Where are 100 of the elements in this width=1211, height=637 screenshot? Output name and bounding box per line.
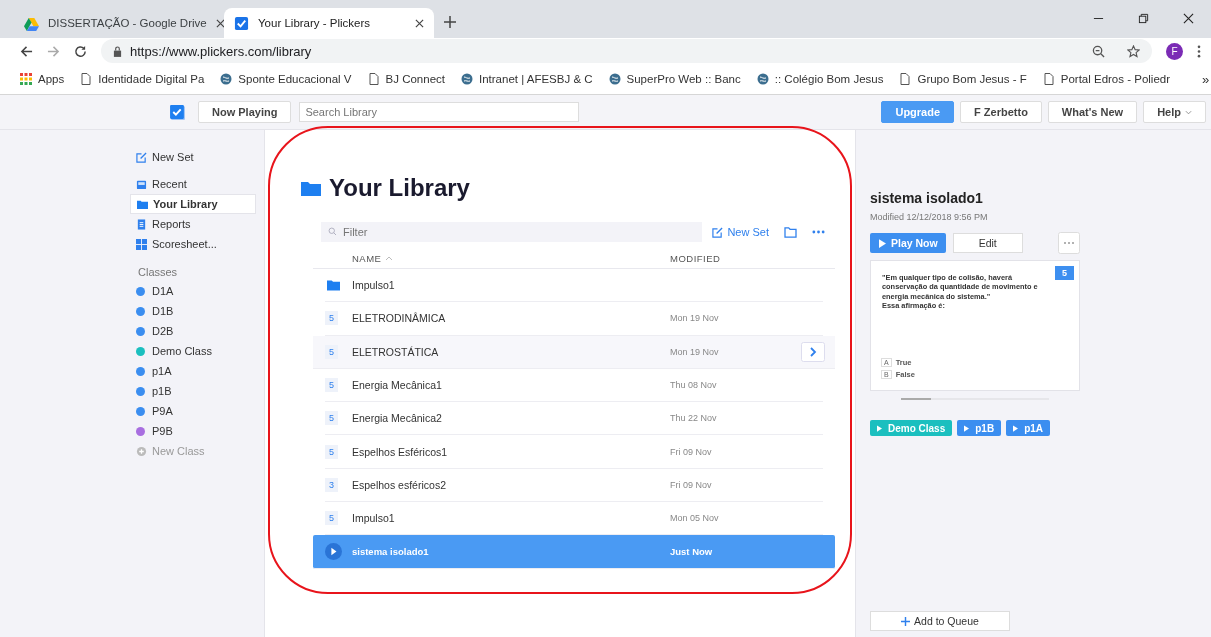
lock-icon [113,45,122,57]
folder-icon [137,198,148,210]
header-button[interactable]: Help [1143,101,1206,123]
document-icon [136,218,147,230]
globe-icon [461,73,473,85]
class-item[interactable]: D1A [130,281,256,301]
play-icon [877,424,882,432]
checkbox-logo-icon[interactable] [169,103,186,121]
drive-icon [24,15,39,31]
page-icon [899,73,912,85]
set-name: ELETROSTÁTICA [352,345,440,358]
library-row[interactable]: 5 Energia Mecânica1 Thu 08 Nov [325,368,823,403]
library-row[interactable]: 5 ELETRODINÂMICA Mon 19 Nov [325,302,823,336]
bookmark[interactable]: Sponte Educacional V [220,73,352,85]
question-count: 5 [325,378,338,393]
tray-icon [136,178,147,190]
globe-icon [220,73,233,85]
set-title: sistema isolado1 [870,190,984,206]
add-to-queue-button[interactable]: Add to Queue [870,611,1010,631]
page-icon [367,73,380,85]
library-row[interactable]: 3 Espelhos esféricos2 Fri 09 Nov [325,468,823,503]
bookmark[interactable]: Grupo Bom Jesus - F [899,73,1027,85]
set-name: sistema isolado1 [352,546,430,557]
question-count: 5 [325,411,338,426]
set-name: Energia Mecânica1 [352,379,443,392]
new-set-link[interactable]: New Set [130,147,256,167]
class-item[interactable]: p1A [130,361,256,381]
reload-icon[interactable] [74,44,87,58]
column-header[interactable]: NAME [352,252,670,264]
modified-text: Modified 12/12/2018 9:56 PM [870,212,989,222]
zoom-icon[interactable] [1092,44,1105,58]
class-item[interactable]: P9B [130,421,256,441]
folder-icon [301,180,321,196]
sidebar-item[interactable]: Reports [130,214,256,234]
bookmark[interactable]: Apps [20,73,65,85]
play-icon[interactable] [325,543,342,560]
new-folder-icon[interactable] [784,226,797,238]
bookmark[interactable]: Intranet | AFESBJ & C [461,73,593,85]
edit-button[interactable]: Edit [952,233,1023,253]
chevron-right-icon[interactable] [801,341,825,362]
restore-icon[interactable] [1138,13,1149,24]
browser-tab[interactable]: DISSERTAÇÃO - Google Drive [14,8,224,38]
set-name: Impulso1 [352,279,396,292]
now-playing-button[interactable]: Now Playing [198,101,292,123]
page-icon [80,73,93,85]
class-item[interactable]: Demo Class [130,341,256,361]
class-item[interactable]: P9A [130,401,256,421]
back-icon[interactable] [20,44,33,58]
play-icon [879,238,886,248]
class-item[interactable]: D2B [130,321,256,341]
library-row[interactable]: Impulso1 [325,269,823,303]
more-bookmarks[interactable]: » [1202,71,1210,87]
new-set-link[interactable]: New Set [712,226,769,238]
bookmark[interactable]: :: Colégio Bom Jesus [756,73,884,85]
sidebar-item[interactable]: Recent [130,174,256,194]
play-icon [1013,424,1019,432]
question-count: 5 [325,311,338,326]
set-name: Espelhos esféricos2 [352,478,447,491]
library-row[interactable]: 5 Espelhos Esféricos1 Fri 09 Nov [325,435,823,469]
column-header[interactable]: MODIFIED [670,252,721,264]
add-circle-icon [136,445,147,457]
close-icon[interactable] [1183,13,1194,24]
header-button[interactable]: What's New [1047,101,1138,123]
menu-icon[interactable] [1197,44,1201,58]
question-count: 5 [325,344,338,359]
library-row[interactable]: 5 ELETROSTÁTICA Mon 19 Nov [313,335,835,369]
sidebar-item[interactable]: Your Library [130,194,256,214]
profile-avatar[interactable]: F [1166,42,1183,60]
browser-tab[interactable]: Your Library - Plickers [224,8,434,38]
modified-date: Fri 09 Nov [670,446,712,457]
modified-date: Mon 19 Nov [670,346,719,357]
new-tab-icon[interactable] [444,16,456,28]
header-button[interactable]: F Zerbetto [960,101,1042,123]
modified-date: Thu 08 Nov [670,380,717,391]
address-bar[interactable]: https://www.plickers.com/library [101,39,1152,63]
sidebar-item[interactable]: Scoresheet... [130,234,256,254]
close-icon[interactable] [215,18,225,28]
set-name: Espelhos Esféricos1 [352,445,449,458]
close-icon[interactable] [415,18,424,28]
bookmark[interactable]: Identidade Digital Pa [80,73,205,85]
library-row[interactable]: 5 Energia Mecânica2 Thu 22 Nov [325,402,823,436]
search-icon [328,227,337,236]
folder-icon [327,279,340,291]
bookmark[interactable]: Portal Edros - Poliedr [1042,73,1171,85]
class-item[interactable]: D1B [130,301,256,321]
bookmark[interactable]: BJ Connect [367,73,445,85]
grid-icon [136,238,147,250]
search-field[interactable]: Search Library [299,102,580,122]
edit-icon [712,226,724,238]
question-count: 5 [1055,266,1074,280]
modified-date: Fri 09 Nov [670,479,712,490]
filter-field[interactable]: Filter [321,222,703,242]
page-icon [1042,73,1055,85]
bookmark[interactable]: SuperPro Web :: Banc [608,73,741,85]
more-icon[interactable] [812,230,825,234]
section-heading: Classes [138,266,179,278]
edit-icon [136,151,147,163]
page-title: Your Library [329,174,470,202]
class-item[interactable]: p1B [130,381,256,401]
star-icon[interactable] [1127,44,1140,58]
